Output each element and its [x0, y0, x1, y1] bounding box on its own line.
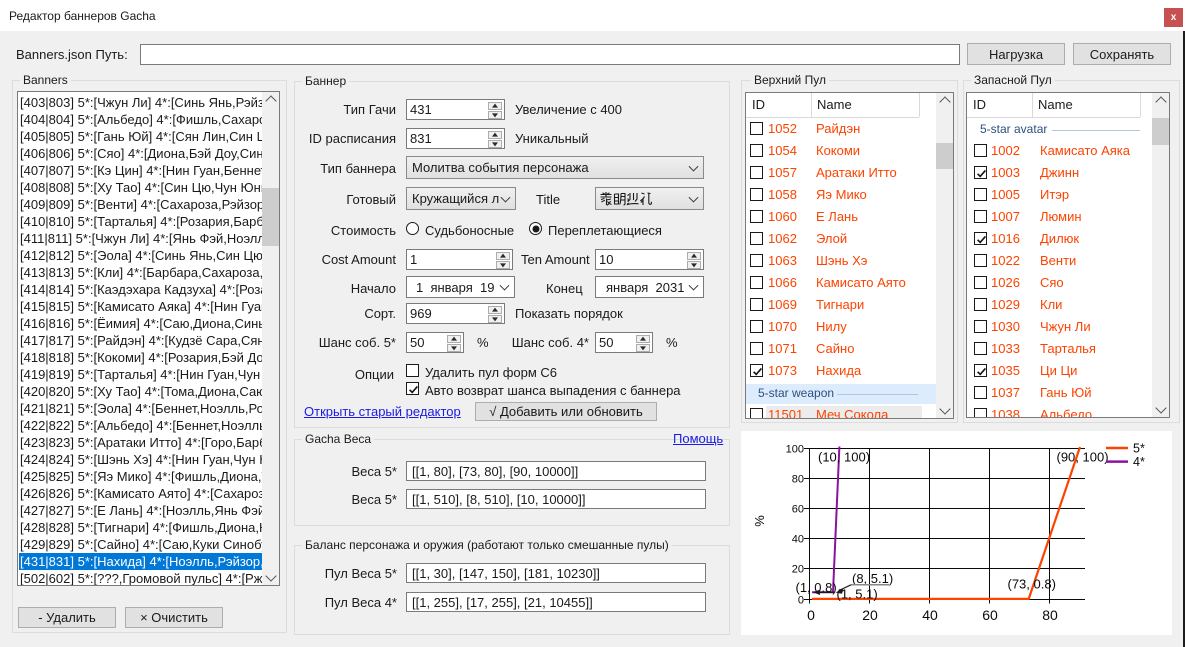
- svg-text:40: 40: [792, 534, 804, 546]
- svg-text:0: 0: [798, 595, 804, 607]
- svg-text:20: 20: [792, 564, 804, 576]
- svg-text:0: 0: [807, 607, 815, 623]
- svg-text:80: 80: [1042, 607, 1058, 623]
- svg-text:60: 60: [792, 504, 804, 516]
- svg-text:(10, 100): (10, 100): [818, 450, 870, 465]
- svg-text:40: 40: [922, 607, 938, 623]
- svg-text:4*: 4*: [1133, 455, 1145, 469]
- svg-text:5*: 5*: [1133, 442, 1145, 456]
- svg-text:80: 80: [792, 474, 804, 486]
- svg-text:60: 60: [982, 607, 998, 623]
- svg-text:(90, 100): (90, 100): [1057, 450, 1109, 465]
- svg-text:%: %: [752, 515, 767, 527]
- svg-text:(8, 5.1): (8, 5.1): [852, 571, 893, 586]
- svg-text:(73, 0.8): (73, 0.8): [1008, 577, 1056, 592]
- svg-text:100: 100: [786, 444, 804, 456]
- svg-text:20: 20: [862, 607, 878, 623]
